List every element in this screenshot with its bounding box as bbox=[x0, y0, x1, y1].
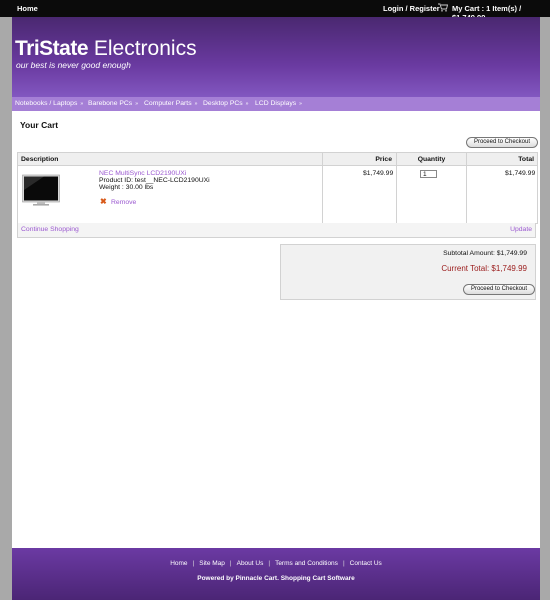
current-total: Current Total: $1,749.99 bbox=[441, 264, 527, 273]
nav-item-computer-parts[interactable]: Computer Parts» bbox=[144, 100, 197, 107]
header-quantity: Quantity bbox=[396, 152, 467, 166]
nav-item-barebone[interactable]: Barebone PCs» bbox=[88, 100, 138, 107]
nav-arrow-icon: » bbox=[245, 101, 249, 107]
footer-link-home[interactable]: Home bbox=[170, 560, 187, 567]
nav-label: LCD Displays bbox=[255, 100, 297, 107]
nav-label: Notebooks / Laptops bbox=[15, 100, 78, 107]
footer-links: Home | Site Map | About Us | Terms and Conditi… bbox=[12, 560, 540, 567]
header-price: Price bbox=[322, 152, 397, 166]
proceed-to-checkout-bottom-button[interactable]: Proceed to Checkout bbox=[463, 284, 535, 295]
footer-separator: | bbox=[229, 560, 232, 567]
logo[interactable]: TriState Electronics bbox=[15, 38, 197, 60]
product-id: Product ID: test__NEC-LCD2190UXi bbox=[99, 177, 210, 184]
column-divider bbox=[466, 166, 467, 223]
footer-link-site-map[interactable]: Site Map bbox=[199, 560, 225, 567]
footer-separator: | bbox=[192, 560, 195, 567]
logo-bold-text: TriState bbox=[15, 37, 89, 60]
top-home-link[interactable]: Home bbox=[17, 4, 38, 13]
nav-item-lcd[interactable]: LCD Displays» bbox=[255, 100, 302, 107]
product-weight: Weight : 30.00 lbs bbox=[99, 184, 154, 191]
subtotal-amount: Subtotal Amount: $1,749.99 bbox=[443, 250, 527, 257]
continue-shopping-link[interactable]: Continue Shopping bbox=[21, 226, 79, 233]
nav-label: Barebone PCs bbox=[88, 100, 133, 107]
item-total: $1,749.99 bbox=[505, 170, 536, 177]
cart-footer: Continue Shopping Update bbox=[17, 223, 536, 238]
cart-table: Description Price Quantity Total NEC Mul… bbox=[17, 152, 538, 224]
login-register-link[interactable]: Login / Register bbox=[383, 4, 440, 13]
header-total: Total bbox=[466, 152, 538, 166]
quantity-input[interactable]: 1 bbox=[420, 170, 437, 178]
cart-icon[interactable] bbox=[438, 3, 448, 12]
column-divider bbox=[322, 166, 323, 223]
footer-separator: | bbox=[342, 560, 345, 567]
product-image[interactable] bbox=[22, 174, 60, 206]
remove-icon[interactable]: ✖ bbox=[100, 197, 107, 206]
tagline: our best is never good enough bbox=[16, 60, 131, 70]
nav-arrow-icon: » bbox=[299, 101, 302, 107]
powered-by[interactable]: Powered by Pinnacle Cart. Shopping Cart … bbox=[12, 575, 540, 582]
item-price: $1,749.99 bbox=[363, 170, 394, 177]
page-title: Your Cart bbox=[20, 120, 59, 130]
nav-item-notebooks[interactable]: Notebooks / Laptops» bbox=[15, 100, 83, 107]
nav-arrow-icon: » bbox=[194, 101, 198, 107]
column-divider bbox=[396, 166, 397, 223]
nav-label: Computer Parts bbox=[144, 100, 192, 107]
remove-link[interactable]: Remove bbox=[111, 199, 136, 206]
nav-label: Desktop PCs bbox=[203, 100, 243, 107]
nav-arrow-icon: » bbox=[135, 101, 138, 107]
footer-link-terms[interactable]: Terms and Conditions bbox=[275, 560, 338, 567]
footer-link-contact[interactable]: Contact Us bbox=[350, 560, 382, 567]
logo-light-text: Electronics bbox=[88, 37, 197, 60]
site-footer: Home | Site Map | About Us | Terms and Conditi… bbox=[12, 548, 540, 600]
page-container: TriState Electronics our best is never g… bbox=[12, 17, 540, 600]
product-name-link[interactable]: NEC MultiSync LCD2190UXi bbox=[99, 170, 186, 177]
order-summary: Subtotal Amount: $1,749.99 Current Total… bbox=[280, 244, 536, 300]
footer-separator: | bbox=[268, 560, 271, 567]
category-nav: Notebooks / Laptops» Barebone PCs» Compu… bbox=[12, 97, 540, 111]
header-description: Description bbox=[17, 152, 323, 166]
site-header: TriState Electronics our best is never g… bbox=[12, 17, 540, 97]
proceed-to-checkout-top-button[interactable]: Proceed to Checkout bbox=[466, 137, 538, 148]
top-bar: Home Login / Register My Cart : 1 Item(s… bbox=[0, 0, 550, 22]
nav-arrow-icon: » bbox=[80, 101, 84, 107]
footer-link-about[interactable]: About Us bbox=[237, 560, 264, 567]
nav-item-desktop[interactable]: Desktop PCs» bbox=[203, 100, 248, 107]
update-link[interactable]: Update bbox=[510, 226, 532, 233]
